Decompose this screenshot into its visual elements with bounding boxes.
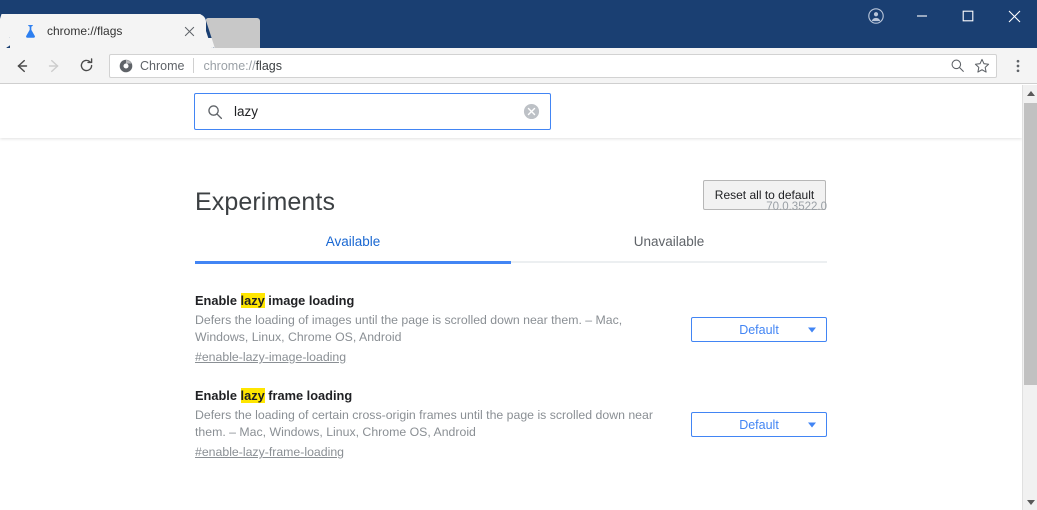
tab-title: chrome://flags	[47, 24, 123, 38]
chevron-down-icon	[808, 422, 816, 427]
experiment-title-before: Enable	[195, 293, 241, 308]
address-bar[interactable]: Chrome chrome://flags	[109, 53, 997, 78]
flags-header-bar	[0, 85, 1022, 138]
search-icon	[206, 103, 223, 120]
page-viewport: Reset all to default Experiments 70.0.35…	[0, 85, 1022, 510]
page-title: Experiments	[195, 188, 336, 216]
tab-available[interactable]: Available	[195, 234, 511, 261]
experiment-permalink[interactable]: #enable-lazy-frame-loading	[195, 444, 344, 461]
scroll-up-arrow-icon[interactable]	[1023, 85, 1037, 101]
tab-active-indicator	[195, 261, 511, 264]
avatar[interactable]	[853, 0, 899, 32]
browser-toolbar: Chrome chrome://flags	[0, 48, 1037, 84]
flask-icon	[22, 23, 38, 39]
experiment-title-after: frame loading	[264, 388, 353, 403]
search-input[interactable]	[234, 101, 522, 122]
title-row: Experiments 70.0.3522.0	[195, 138, 827, 234]
active-tab-content: chrome://flags	[10, 14, 206, 48]
experiment-select-wrap: Default	[691, 317, 827, 342]
background-tab-cap	[236, 18, 260, 48]
omnibox-url[interactable]: chrome://flags	[203, 59, 946, 73]
experiment-title-after: image loading	[264, 293, 355, 308]
experiment-description: Defers the loading of images until the p…	[195, 313, 623, 344]
clear-search-icon[interactable]	[522, 103, 540, 121]
chevron-down-icon	[808, 327, 816, 332]
vertical-scrollbar[interactable]	[1022, 85, 1037, 510]
flags-content: Experiments 70.0.3522.0 Available Unavai…	[0, 138, 1022, 483]
tab-unavailable[interactable]: Unavailable	[511, 234, 827, 261]
page-search-icon[interactable]	[946, 55, 968, 77]
version-label: 70.0.3522.0	[766, 201, 827, 213]
experiment-row: Enable lazy image loading Defers the loa…	[195, 293, 827, 388]
experiments-list: Enable lazy image loading Defers the loa…	[195, 263, 827, 483]
url-prefix: chrome://	[203, 58, 256, 73]
maximize-icon[interactable]	[945, 0, 991, 32]
chrome-logo-icon	[119, 59, 133, 73]
search-highlight: lazy	[240, 293, 265, 308]
experiment-state-value: Default	[739, 417, 779, 432]
experiment-details: Enable lazy frame loading Defers the loa…	[195, 388, 669, 461]
scroll-down-arrow-icon[interactable]	[1023, 494, 1037, 510]
forward-arrow-icon[interactable]	[40, 52, 68, 80]
tab-underline	[195, 261, 827, 264]
close-icon[interactable]	[178, 20, 200, 42]
flags-tab-bar: Available Unavailable	[195, 234, 827, 261]
omnibox-scheme-label: Chrome	[140, 58, 185, 73]
experiment-permalink[interactable]: #enable-lazy-image-loading	[195, 349, 346, 366]
experiment-details: Enable lazy image loading Defers the loa…	[195, 293, 669, 366]
experiment-title: Enable lazy image loading	[195, 293, 669, 309]
search-highlight: lazy	[240, 388, 265, 403]
experiment-title-before: Enable	[195, 388, 241, 403]
experiment-row: Enable lazy frame loading Defers the loa…	[195, 388, 827, 483]
experiment-state-select[interactable]: Default	[691, 412, 827, 437]
reload-icon[interactable]	[72, 52, 100, 80]
experiment-state-value: Default	[739, 322, 779, 337]
minimize-icon[interactable]	[899, 0, 945, 32]
experiment-state-select[interactable]: Default	[691, 317, 827, 342]
experiment-select-wrap: Default	[691, 412, 827, 437]
tab-strip: chrome://flags	[0, 0, 860, 48]
back-arrow-icon[interactable]	[8, 52, 36, 80]
browser-window: chrome://flags Chrome chrome://flags laz…	[0, 0, 1037, 510]
close-window-icon[interactable]	[991, 0, 1037, 32]
star-icon[interactable]	[971, 55, 993, 77]
title-bar: chrome://flags	[0, 0, 1037, 48]
omnibox-divider	[193, 58, 195, 73]
search-box[interactable]	[194, 93, 551, 130]
scrollbar-thumb[interactable]	[1024, 103, 1037, 385]
three-dot-menu-icon[interactable]	[1005, 52, 1031, 80]
window-controls	[853, 0, 1037, 32]
url-suffix: flags	[255, 58, 282, 73]
experiment-description: Defers the loading of certain cross-orig…	[195, 408, 653, 439]
experiment-title: Enable lazy frame loading	[195, 388, 669, 404]
